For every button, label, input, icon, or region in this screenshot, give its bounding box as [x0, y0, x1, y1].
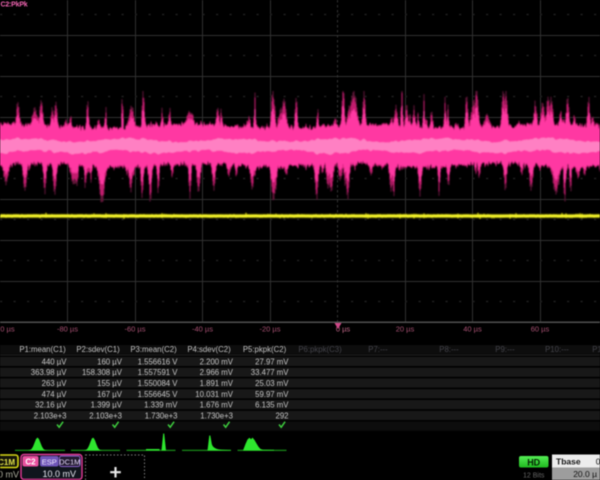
- svg-text:20.0 µ: 20.0 µ: [573, 469, 597, 479]
- svg-text:1.891 mV: 1.891 mV: [200, 379, 234, 388]
- svg-text:P5:pkpk(C2): P5:pkpk(C2): [243, 345, 287, 354]
- svg-text:20 µs: 20 µs: [396, 325, 415, 334]
- svg-text:40 µs: 40 µs: [463, 325, 482, 334]
- svg-text:33.477 mV: 33.477 mV: [251, 368, 290, 377]
- svg-text:158.308 µV: 158.308 µV: [82, 368, 123, 377]
- svg-text:12 Bits: 12 Bits: [523, 473, 545, 480]
- svg-text:32.16 µV: 32.16 µV: [35, 401, 67, 410]
- svg-text:P6:pkpk(C3): P6:pkpk(C3): [298, 345, 342, 354]
- svg-text:1.556616 V: 1.556616 V: [138, 357, 179, 366]
- svg-text:ESP: ESP: [42, 457, 57, 466]
- svg-text:440 µV: 440 µV: [42, 357, 68, 366]
- svg-text:P1: P1: [592, 345, 600, 354]
- svg-text:0: 0: [596, 457, 600, 467]
- svg-text:-40 µs: -40 µs: [192, 325, 213, 334]
- svg-text:10.0 mV: 10.0 mV: [42, 469, 76, 479]
- svg-text:1.676 mV: 1.676 mV: [200, 401, 234, 410]
- svg-text:C2: C2: [25, 457, 36, 466]
- svg-text:2.103e+3: 2.103e+3: [34, 411, 67, 420]
- svg-text:P2:sdev(C1): P2:sdev(C1): [76, 345, 120, 354]
- svg-text:DC1M: DC1M: [59, 457, 80, 466]
- svg-text:167 µV: 167 µV: [97, 390, 123, 399]
- svg-text:263 µV: 263 µV: [42, 379, 68, 388]
- svg-text:10.031 mV: 10.031 mV: [195, 390, 234, 399]
- svg-text:474 µV: 474 µV: [42, 390, 68, 399]
- svg-text:25.03 mV: 25.03 mV: [255, 379, 289, 388]
- svg-text:P4:sdev(C2): P4:sdev(C2): [187, 345, 231, 354]
- svg-text:P9:---: P9:---: [495, 345, 515, 354]
- svg-text:P8:---: P8:---: [439, 345, 459, 354]
- svg-text:292: 292: [275, 411, 288, 420]
- svg-text:C2:PkPk: C2:PkPk: [1, 2, 28, 9]
- svg-text:2.966 mV: 2.966 mV: [200, 368, 234, 377]
- svg-text:1.550084 V: 1.550084 V: [138, 379, 179, 388]
- svg-text:2.103e+3: 2.103e+3: [89, 411, 122, 420]
- svg-text:1.399 µV: 1.399 µV: [91, 401, 123, 410]
- svg-text:27.97 mV: 27.97 mV: [255, 357, 289, 366]
- svg-text:P1:mean(C1): P1:mean(C1): [19, 345, 66, 354]
- svg-text:C1M: C1M: [0, 458, 15, 467]
- svg-text:HD: HD: [527, 457, 540, 467]
- svg-text:1.730e+3: 1.730e+3: [145, 411, 178, 420]
- svg-text:1.556645 V: 1.556645 V: [138, 390, 179, 399]
- svg-text:1.339 mV: 1.339 mV: [144, 401, 178, 410]
- svg-text:P7:---: P7:---: [368, 345, 388, 354]
- svg-text:1.730e+3: 1.730e+3: [200, 411, 233, 420]
- svg-text:155 µV: 155 µV: [97, 379, 123, 388]
- svg-text:59.97 mV: 59.97 mV: [255, 390, 289, 399]
- svg-text:0 mV: 0 mV: [0, 470, 19, 480]
- svg-text:-20 µs: -20 µs: [260, 325, 281, 334]
- svg-text:1.557591 V: 1.557591 V: [138, 368, 179, 377]
- svg-text:-60 µs: -60 µs: [125, 325, 146, 334]
- svg-text:60 µs: 60 µs: [531, 325, 550, 334]
- svg-text:363.98 µV: 363.98 µV: [31, 368, 68, 377]
- svg-text:-100 µs: -100 µs: [0, 325, 15, 334]
- svg-text:Tbase: Tbase: [556, 457, 581, 467]
- svg-text:-80 µs: -80 µs: [57, 325, 78, 334]
- svg-text:2.200 mV: 2.200 mV: [200, 357, 234, 366]
- svg-text:P10:---: P10:---: [545, 345, 569, 354]
- svg-text:P3:mean(C2): P3:mean(C2): [130, 345, 177, 354]
- svg-text:6.135 mV: 6.135 mV: [255, 401, 289, 410]
- svg-text:160 µV: 160 µV: [97, 357, 123, 366]
